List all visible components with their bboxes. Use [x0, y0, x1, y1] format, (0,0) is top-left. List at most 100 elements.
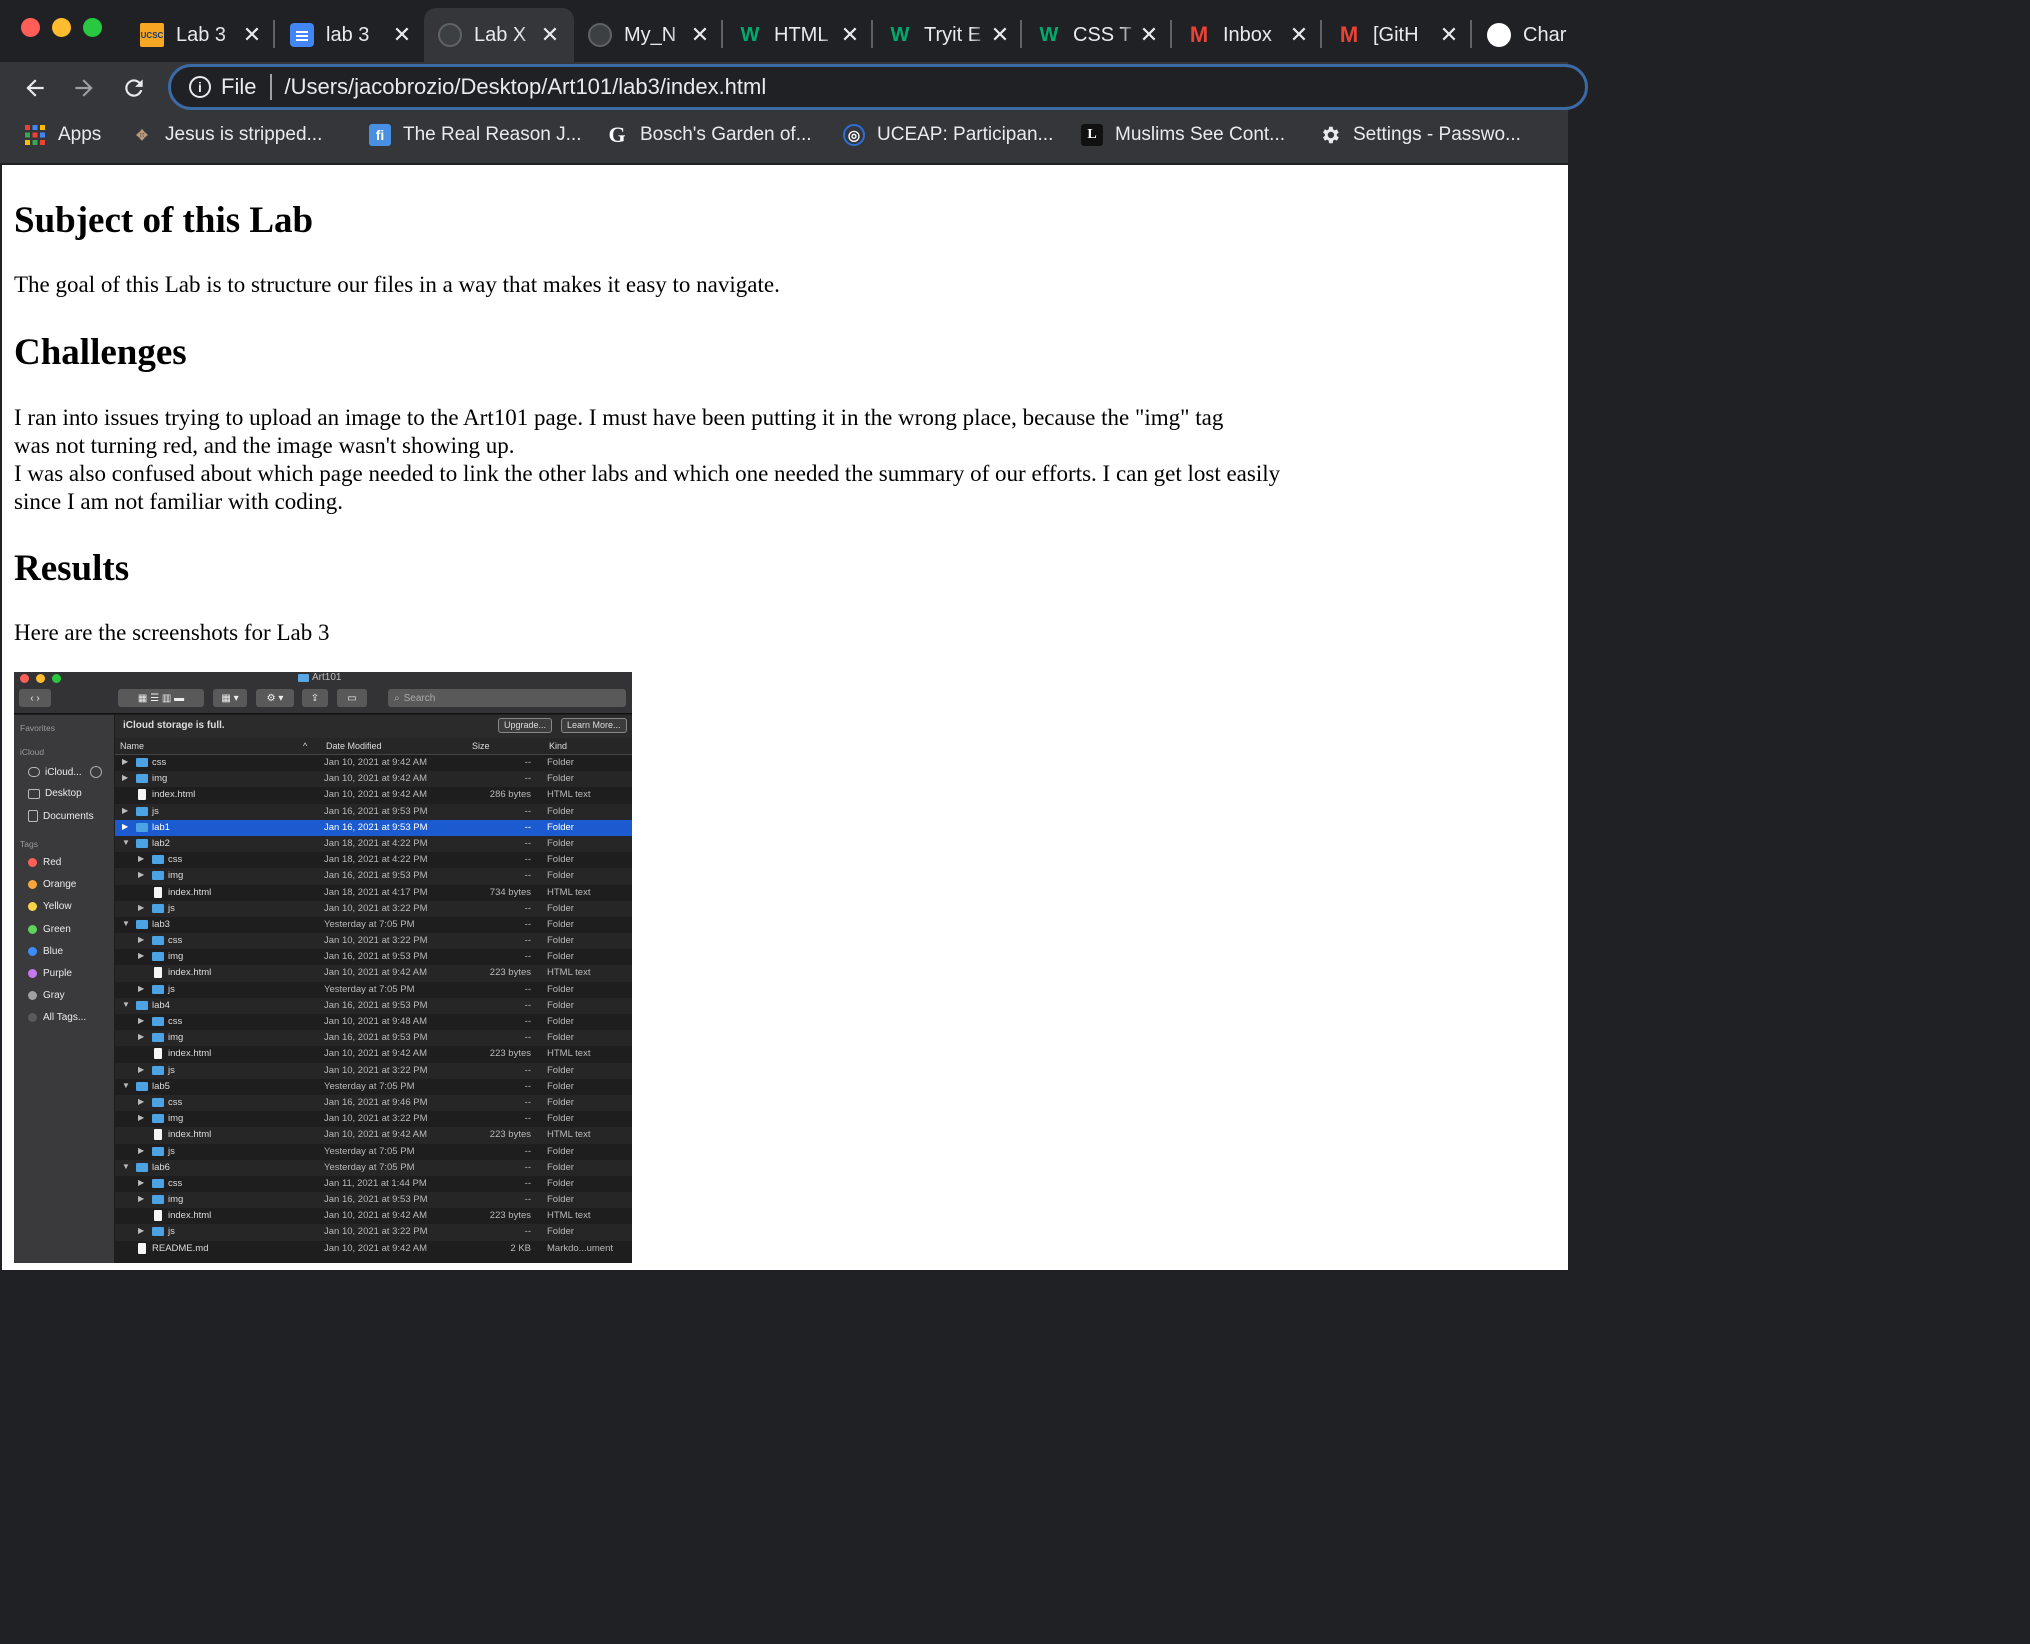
sidebar-item-label: iCloud... [45, 766, 82, 778]
file-date: Jan 18, 2021 at 4:22 PM [324, 837, 428, 849]
file-date: Jan 16, 2021 at 9:53 PM [324, 951, 428, 963]
fi-icon: fi [369, 124, 391, 146]
close-tab-icon[interactable]: ✕ [840, 22, 860, 48]
file-name: css [168, 1177, 183, 1189]
close-window-button[interactable] [21, 18, 40, 37]
close-tab-icon[interactable]: ✕ [1289, 22, 1309, 48]
finder-search-field: ⌕ Search [388, 689, 626, 707]
file-size: -- [524, 983, 531, 995]
file-size: -- [524, 999, 531, 1011]
globe-icon [588, 23, 612, 47]
tag-label: Gray [43, 990, 65, 1002]
tab-title: Lab 3 [176, 23, 227, 46]
disclosure-closed-icon: ▶ [138, 1194, 145, 1204]
tab-5[interactable]: W Tryit E ✕ [874, 8, 1024, 62]
file-name: lab6 [152, 1161, 170, 1173]
file-kind: Folder [547, 1113, 574, 1125]
bookmark-settings-passwords[interactable]: Settings - Passwo... [1319, 124, 1521, 146]
forward-button[interactable] [66, 70, 102, 106]
file-size: 734 bytes [489, 886, 531, 898]
learn-more-button: Learn More... [561, 718, 627, 733]
file-name: lab5 [152, 1080, 170, 1092]
disclosure-open-icon: ▼ [122, 1080, 130, 1090]
disclosure-closed-icon: ▶ [138, 1064, 145, 1074]
finder-group-button: ▦ ▾ [213, 689, 247, 707]
address-divider [270, 74, 273, 100]
address-bar[interactable]: i File /Users/jacobrozio/Desktop/Art101/… [168, 64, 1588, 110]
file-row: index.html Jan 18, 2021 at 4:17 PM 734 byt… [115, 885, 632, 901]
reload-button[interactable] [116, 70, 152, 106]
tag-dot-icon [28, 858, 37, 867]
close-tab-icon[interactable]: ✕ [540, 22, 560, 48]
bookmark-apps[interactable]: Apps [24, 124, 101, 146]
close-tab-icon[interactable]: ✕ [1139, 22, 1159, 48]
file-name: lab4 [152, 999, 170, 1011]
tab-6[interactable]: W CSS T ✕ [1023, 8, 1173, 62]
file-date: Yesterday at 7:05 PM [324, 1080, 415, 1092]
bookmark-uceap[interactable]: ◎ UCEAP: Participan... [843, 124, 1053, 146]
folder-icon [136, 919, 148, 929]
disclosure-closed-icon: ▶ [122, 821, 129, 831]
tab-4[interactable]: W HTML ✕ [724, 8, 874, 62]
tab-title: Lab X [474, 23, 527, 46]
tab-separator [1470, 20, 1472, 48]
file-kind: Folder [547, 999, 574, 1011]
file-name: css [168, 854, 183, 866]
file-name: README.md [152, 1242, 209, 1254]
tab-2[interactable]: Lab X ✕ [424, 8, 574, 62]
file-kind: Folder [547, 854, 574, 866]
file-kind: Markdo...ument [547, 1242, 613, 1254]
folder-icon [136, 822, 148, 832]
bookmark-jesus-stripped[interactable]: ✥ Jesus is stripped... [131, 124, 322, 146]
folder-icon [152, 903, 164, 913]
file-name: lab1 [152, 821, 170, 833]
l-icon: L [1081, 124, 1103, 146]
sidebar-heading-favorites: Favorites [20, 723, 55, 733]
file-kind: Folder [547, 1064, 574, 1076]
tab-title: CSS T [1073, 23, 1132, 46]
tab-separator [1170, 20, 1172, 48]
file-kind: Folder [547, 1226, 574, 1238]
site-info-icon[interactable]: i [189, 76, 211, 98]
close-tab-icon[interactable]: ✕ [990, 22, 1010, 48]
close-tab-icon[interactable]: ✕ [392, 22, 412, 48]
file-date: Jan 10, 2021 at 9:42 AM [324, 967, 427, 979]
tab-9[interactable]: Char [1473, 8, 1623, 62]
tag-label: Orange [43, 879, 77, 891]
tab-8[interactable]: M [GitH ✕ [1323, 8, 1473, 62]
tab-1[interactable]: lab 3 ✕ [276, 8, 426, 62]
tab-0[interactable]: UCSC Lab 3 ✕ [126, 8, 276, 62]
file-date: Jan 10, 2021 at 9:48 AM [324, 1016, 427, 1027]
disclosure-open-icon: ▼ [122, 999, 130, 1009]
cloud-icon [28, 767, 40, 777]
tab-separator [273, 20, 275, 48]
finder-search-placeholder: Search [403, 692, 436, 704]
bookmark-muslims-see[interactable]: L Muslims See Cont... [1081, 124, 1285, 146]
file-date: Jan 16, 2021 at 9:53 PM [324, 1032, 428, 1044]
close-tab-icon[interactable]: ✕ [690, 22, 710, 48]
file-list-headers: Name ^ Date Modified Size Kind [115, 738, 632, 755]
bookmark-bosch-garden[interactable]: G Bosch's Garden of... [606, 122, 811, 147]
close-tab-icon[interactable]: ✕ [1439, 22, 1459, 48]
desktop-icon [28, 788, 40, 799]
reload-icon [125, 79, 143, 97]
tag-label: All Tags... [43, 1012, 87, 1024]
address-url[interactable]: /Users/jacobrozio/Desktop/Art101/lab3/in… [284, 74, 766, 100]
file-kind: Folder [547, 870, 574, 882]
back-button[interactable] [17, 70, 53, 106]
tab-7[interactable]: M Inbox ✕ [1173, 8, 1323, 62]
file-size: -- [524, 837, 531, 849]
bookmark-real-reason[interactable]: fi The Real Reason J... [369, 124, 581, 146]
disclosure-closed-icon: ▶ [138, 1145, 145, 1155]
file-size: -- [524, 1016, 531, 1027]
minimize-window-button[interactable] [52, 18, 71, 37]
file-rows: ▶ css Jan 10, 2021 at 9:42 AM -- Folder ▶ img J… [115, 755, 632, 1257]
folder-icon [136, 758, 148, 767]
close-tab-icon[interactable]: ✕ [242, 22, 262, 48]
tab-3[interactable]: My_N ✕ [574, 8, 724, 62]
file-size: -- [524, 951, 531, 963]
zoom-window-button[interactable] [83, 18, 102, 37]
document-icon [138, 1242, 146, 1254]
github-icon [1487, 23, 1511, 47]
disclosure-closed-icon: ▶ [138, 1177, 145, 1187]
